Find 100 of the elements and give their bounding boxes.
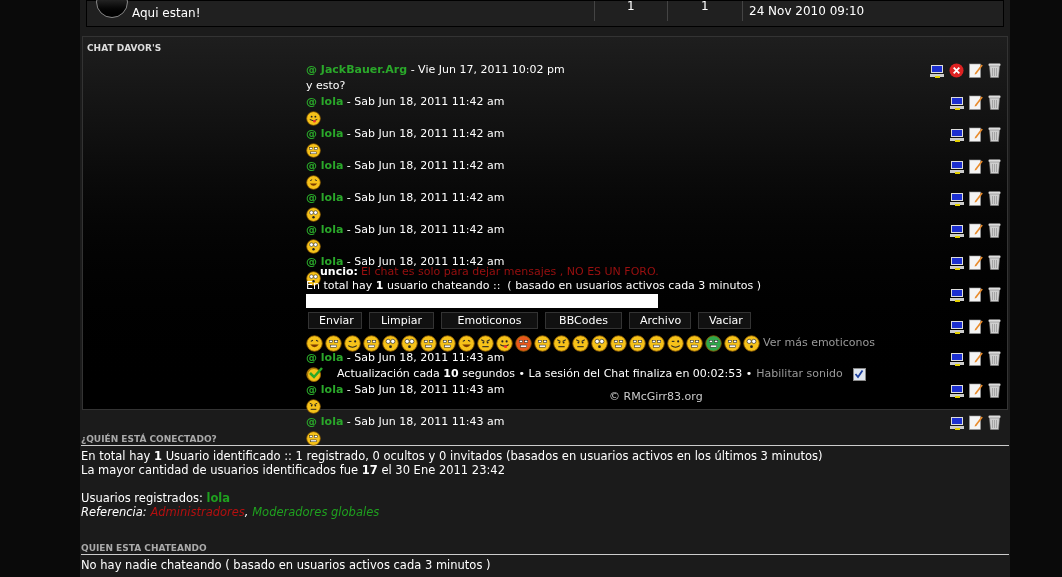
computer-icon[interactable] (950, 383, 964, 398)
smiley-icon[interactable] (439, 334, 456, 352)
sound-label: Habilitar sonido (756, 365, 843, 382)
edit-icon[interactable] (969, 223, 983, 238)
computer-icon[interactable] (950, 287, 964, 302)
smiley-icon[interactable] (344, 334, 361, 352)
smiley-icon[interactable] (553, 334, 570, 352)
trash-icon[interactable] (988, 95, 1001, 110)
notice-label: uncio: (320, 265, 358, 278)
edit-icon[interactable] (969, 287, 983, 302)
message-date: - Sab Jun 18, 2011 11:42 am (345, 190, 505, 206)
online-summary: En total hay 1 Usuario identificado :: 1 registrado, 0 ocultos y 0 invitados (basados en usuarios activos en los últimos 3 minutos) (81, 449, 823, 463)
trash-icon[interactable] (988, 223, 1001, 238)
trash-icon[interactable] (988, 191, 1001, 206)
smiley-icon[interactable] (629, 334, 646, 352)
user-link[interactable]: @ lola (306, 190, 344, 206)
sound-checkbox[interactable] (852, 367, 866, 381)
last-post-date: 24 Nov 2010 09:10 (749, 3, 865, 20)
smiley-icon (306, 398, 321, 414)
trash-icon[interactable] (988, 255, 1001, 270)
edit-icon[interactable] (969, 351, 983, 366)
trash-icon[interactable] (988, 319, 1001, 334)
computer-icon[interactable] (950, 415, 964, 430)
credit-link[interactable]: © RMcGirr83.org (609, 389, 703, 406)
smiley-icon[interactable] (458, 334, 475, 352)
chat-button[interactable]: Archivo (629, 312, 691, 329)
computer-icon[interactable] (950, 223, 964, 238)
smiley-icon[interactable] (667, 334, 684, 352)
smiley-icon[interactable] (648, 334, 665, 352)
legend-label: Referencia: (81, 505, 148, 519)
message-input[interactable] (306, 294, 658, 308)
topic-title[interactable]: Aqui estan! (132, 4, 201, 22)
smiley-icon[interactable] (401, 334, 418, 352)
smiley-icon[interactable] (534, 334, 551, 352)
panel-title: CHAT DAVOR'S (87, 42, 162, 56)
smiley-icon[interactable] (705, 334, 722, 352)
computer-icon[interactable] (950, 159, 964, 174)
computer-icon[interactable] (950, 351, 964, 366)
trash-icon[interactable] (988, 351, 1001, 366)
smiley-icon[interactable] (325, 334, 342, 352)
registered-label: Usuarios registrados: (81, 491, 204, 505)
computer-icon[interactable] (950, 191, 964, 206)
trash-icon[interactable] (988, 63, 1001, 78)
separator: , (244, 505, 250, 519)
smiley-icon[interactable] (591, 334, 608, 352)
chat-button[interactable]: Vaciar (698, 312, 751, 329)
edit-icon[interactable] (969, 159, 983, 174)
trash-icon[interactable] (988, 383, 1001, 398)
smiley-icon[interactable] (743, 334, 760, 352)
trash-icon[interactable] (988, 127, 1001, 142)
trash-icon[interactable] (988, 159, 1001, 174)
group-link[interactable]: Moderadores globales (252, 505, 380, 519)
edit-icon[interactable] (969, 63, 983, 78)
close-icon[interactable] (949, 63, 964, 78)
user-link[interactable]: @ lola (306, 94, 344, 110)
chat-button[interactable]: Enviar (308, 312, 362, 329)
chat-button[interactable]: Limpiar (369, 312, 434, 329)
message-date: - Sab Jun 18, 2011 11:42 am (345, 222, 505, 238)
section-heading: QUIEN ESTA CHATEANDO (81, 543, 207, 553)
smiley-icon[interactable] (496, 334, 513, 352)
smiley-icon[interactable] (610, 334, 627, 352)
status-text: Actualización cada 10 segundos • La sesión del Chat finaliza en 00:02:53 • (337, 365, 753, 382)
edit-icon[interactable] (969, 191, 983, 206)
computer-icon[interactable] (950, 95, 964, 110)
smiley-icon[interactable] (686, 334, 703, 352)
trash-icon[interactable] (988, 415, 1001, 430)
edit-icon[interactable] (969, 255, 983, 270)
edit-icon[interactable] (969, 383, 983, 398)
computer-icon[interactable] (950, 255, 964, 270)
smiley-icon[interactable] (515, 334, 532, 352)
computer-icon[interactable] (950, 127, 964, 142)
smiley-icon[interactable] (724, 334, 741, 352)
edit-icon[interactable] (969, 127, 983, 142)
smiley-icon[interactable] (477, 334, 494, 352)
user-link[interactable]: @ lola (306, 414, 344, 430)
edit-icon[interactable] (969, 95, 983, 110)
computer-icon[interactable] (930, 63, 944, 78)
user-link[interactable]: lola (206, 491, 231, 505)
user-link[interactable]: @ lola (306, 382, 344, 398)
smiley-icon[interactable] (382, 334, 399, 352)
smiley-icon (306, 110, 321, 126)
edit-icon[interactable] (969, 319, 983, 334)
user-link[interactable]: @ lola (306, 126, 344, 142)
user-link[interactable]: @ lola (306, 350, 344, 366)
edit-icon[interactable] (969, 415, 983, 430)
chat-button[interactable]: BBCodes (545, 312, 622, 329)
message-date: - Sab Jun 18, 2011 11:42 am (346, 254, 505, 268)
smiley-icon[interactable] (306, 334, 323, 352)
more-smileys-link[interactable]: Ver más emoticonos (763, 334, 875, 352)
user-link[interactable]: @ lola (306, 158, 344, 174)
chat-button[interactable]: Emoticonos (441, 312, 538, 329)
user-link[interactable]: @ JackBauer.Arg (306, 62, 408, 78)
user-link[interactable]: @ lola (306, 222, 344, 238)
section-heading: ¿QUIÉN ESTÁ CONECTADO? (81, 434, 217, 444)
smiley-icon[interactable] (572, 334, 589, 352)
computer-icon[interactable] (950, 319, 964, 334)
smiley-icon (306, 430, 321, 446)
smiley-icon[interactable] (363, 334, 380, 352)
smiley-icon[interactable] (420, 334, 437, 352)
trash-icon[interactable] (988, 287, 1001, 302)
